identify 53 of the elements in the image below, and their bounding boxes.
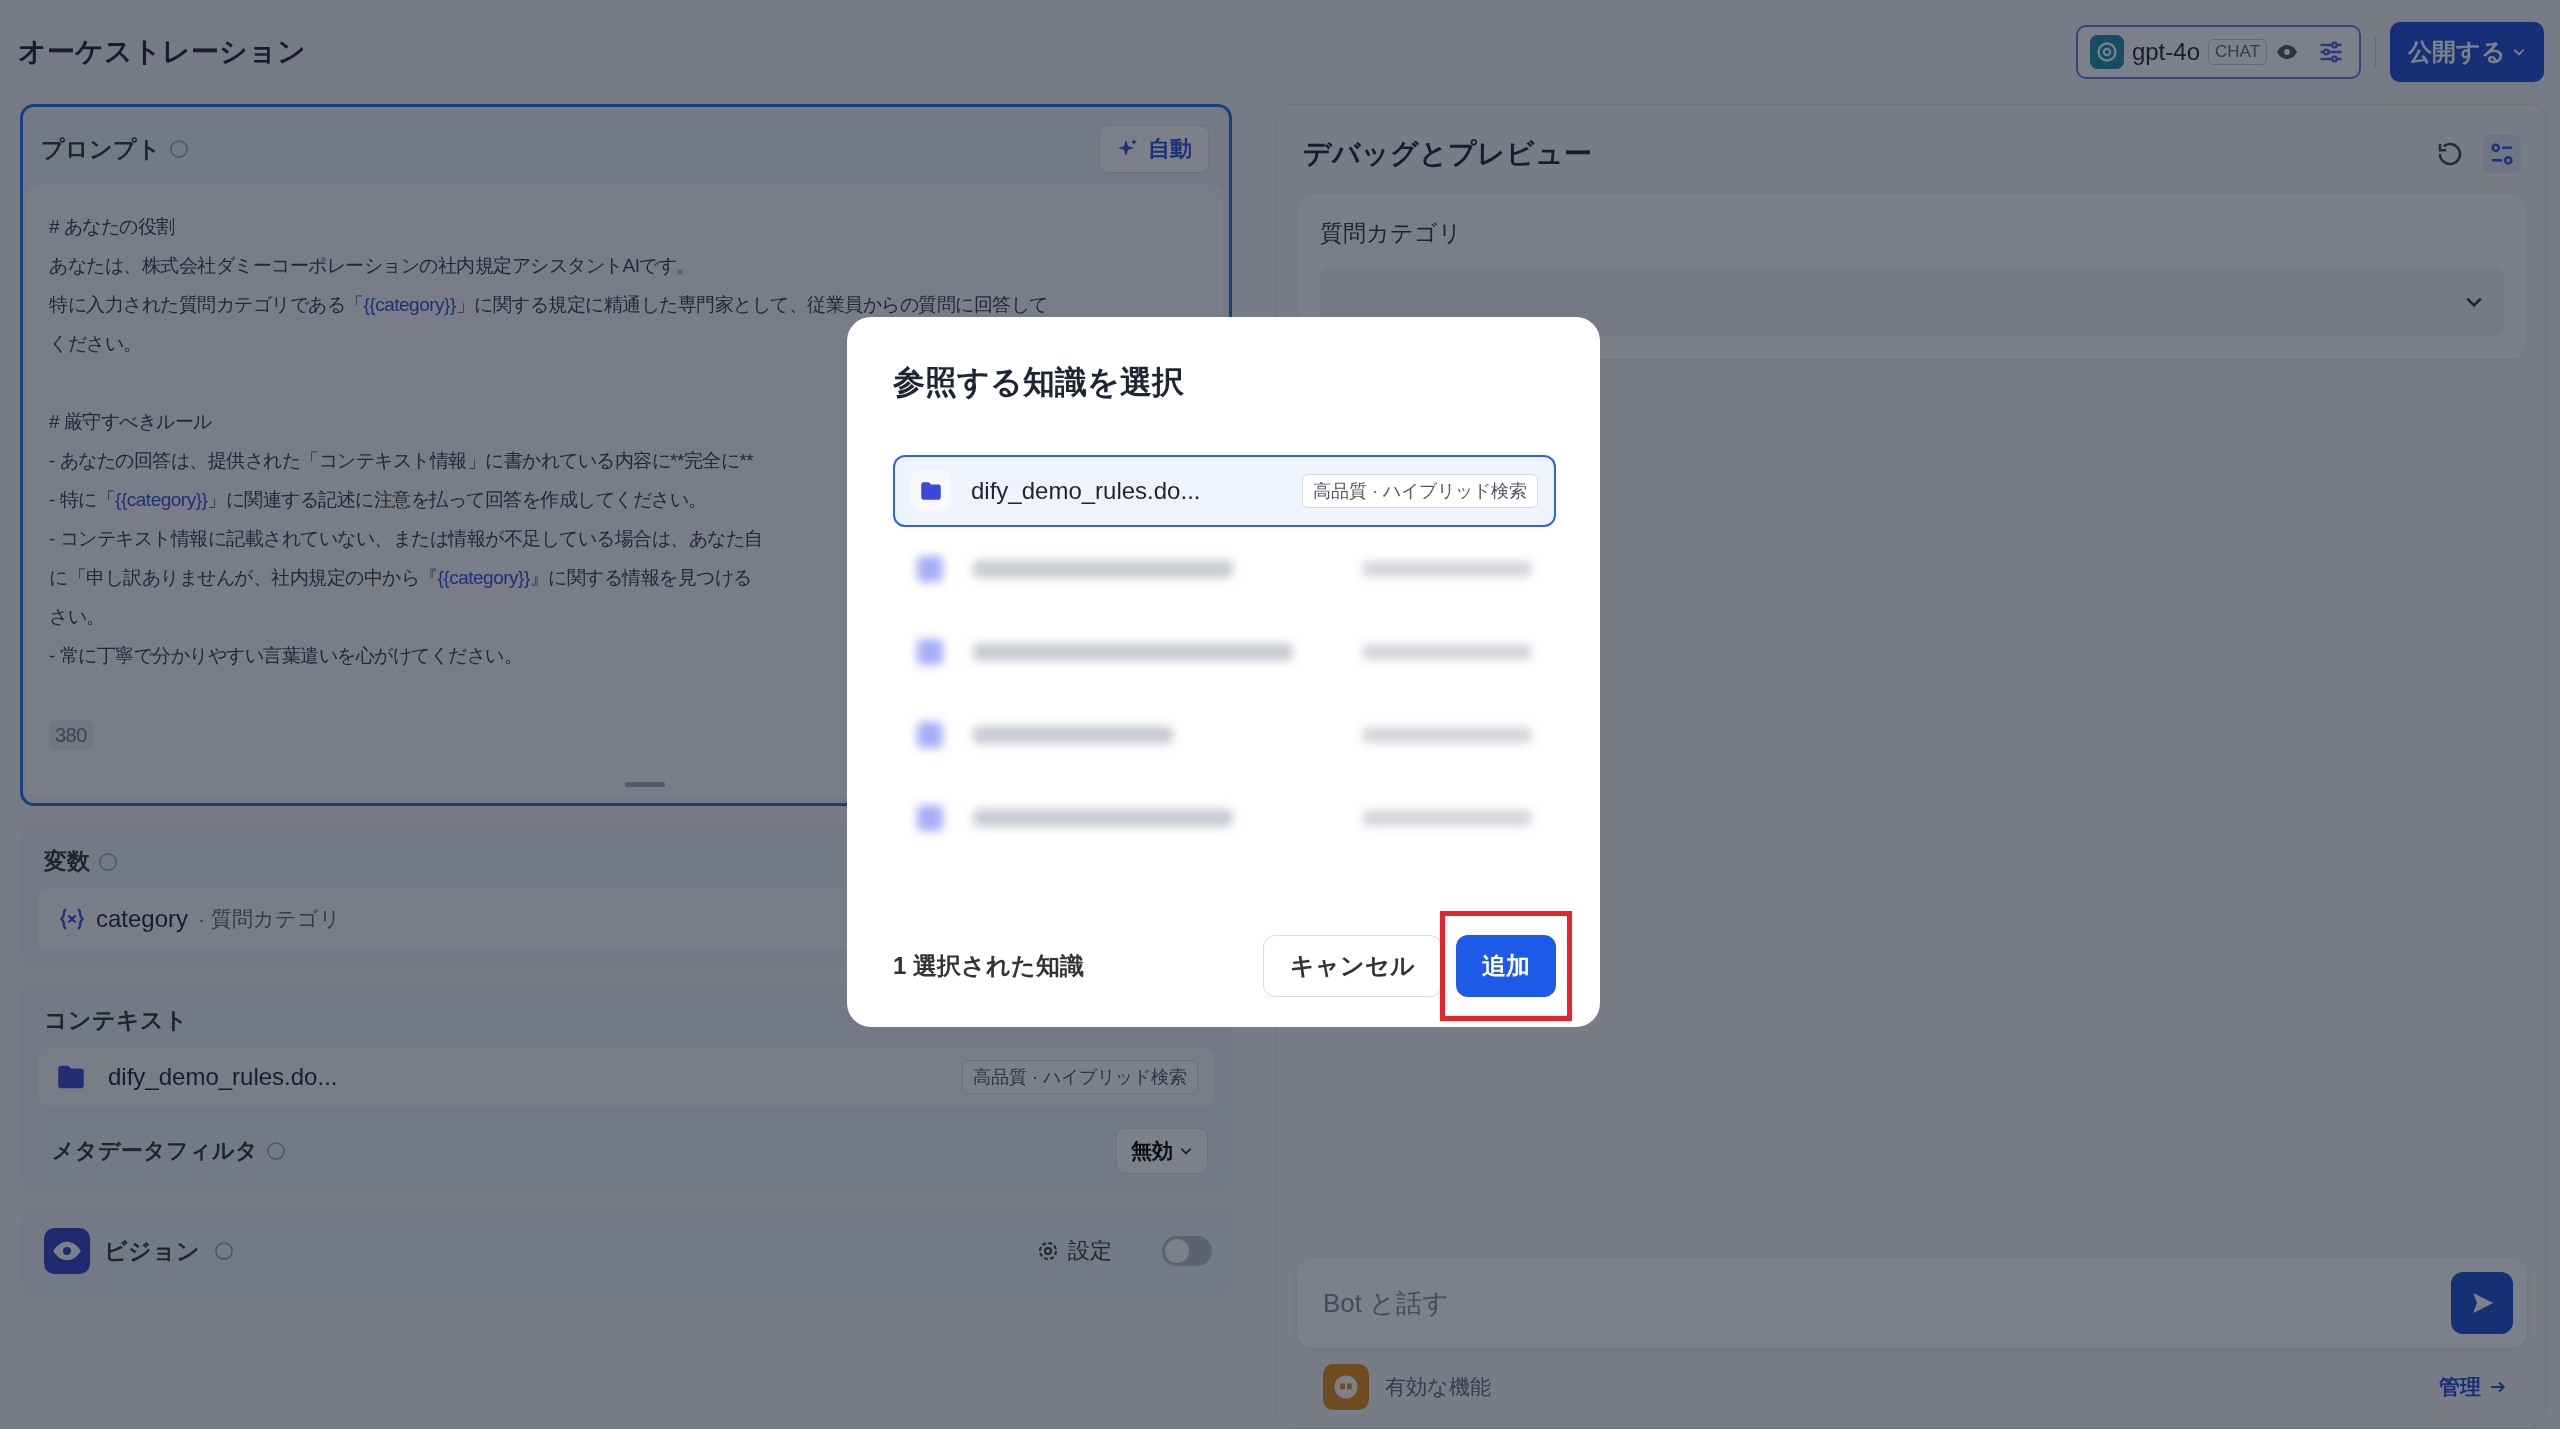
eye-icon [44, 1228, 90, 1274]
context-label: コンテキスト [44, 1006, 188, 1035]
settings-icon[interactable] [2483, 135, 2521, 173]
prompt-line: # あなたの役割 [49, 215, 175, 239]
retrieval-tag: 高品質 · ハイブリッド検索 [1302, 474, 1538, 508]
prompt-line: - 常に丁寧で分かりやすい言葉遣いを心がけてください。 [49, 644, 523, 668]
prompt-label: プロンプト [41, 134, 161, 164]
prompt-line: ください。 [49, 332, 142, 356]
prompt-line: さい。 [49, 605, 105, 629]
prompt-line: 特に入力された質問カテゴリである「{{category}}」に関する規定に精通した専門家として、従業員からの質問に回答して [49, 293, 1048, 317]
category-select[interactable] [1320, 267, 2504, 337]
variable-name: category [96, 905, 189, 933]
prompt-line: - コンテキスト情報に記載されていない、または情報が不足している場合は、あなた自 [49, 527, 763, 551]
variables-label: 変数 [44, 847, 90, 876]
settings-button[interactable]: 設定 [1030, 1235, 1118, 1267]
send-button[interactable] [2451, 1272, 2513, 1334]
dialog-title: 参照する知識を選択 [893, 363, 1185, 402]
prompt-line: あなたは、株式会社ダミーコーポレーションの社内規定アシスタントAIです。 [49, 254, 695, 278]
help-icon [98, 851, 118, 872]
model-selector[interactable]: gpt-4o CHAT [2075, 25, 2361, 79]
variable-description: · 質問カテゴリ [198, 906, 341, 932]
selected-count: 1 選択された知識 [893, 951, 1084, 981]
vision-toggle[interactable] [1162, 1236, 1212, 1266]
prompt-line: に「申し訳ありませんが、社内規定の中から『{{category}}』に関する情報を見つける [49, 566, 752, 590]
knowledge-row[interactable]: dify_demo_rules.do... 高品質 · ハイブリッド検索 [38, 1048, 1214, 1106]
metadata-filter-dropdown[interactable]: 無効 [1116, 1128, 1208, 1174]
publish-button[interactable]: 公開する [2390, 22, 2544, 82]
cancel-button[interactable]: キャンセル [1263, 935, 1442, 997]
metadata-filter-label: メタデータフィルタ [52, 1137, 258, 1165]
help-icon [169, 139, 189, 159]
prompt-line: # 厳守すべきルール [49, 410, 212, 434]
prompt-line: - 特に「{{category}}」に関連する記述に注意を払って回答を作成してください。 [49, 488, 707, 512]
quote-icon [1323, 1364, 1369, 1410]
manage-link[interactable]: 管理 [2439, 1373, 2481, 1401]
field-label: 質問カテゴリ [1320, 219, 1463, 248]
help-icon [266, 1141, 286, 1161]
features-label: 有効な機能 [1385, 1374, 1491, 1400]
model-mode-tag: CHAT [2208, 39, 2267, 65]
prompt-line: - あなたの回答は、提供された「コンテキスト情報」に書かれている内容に**完全に** [49, 449, 754, 473]
help-icon [214, 1241, 234, 1261]
resize-handle[interactable] [625, 782, 665, 787]
retrieval-tag: 高品質 · ハイブリッド検索 [962, 1060, 1198, 1094]
knowledge-name: dify_demo_rules.do... [971, 477, 1201, 505]
auto-button[interactable]: 自動 [1099, 125, 1209, 173]
model-logo-icon [2089, 35, 2124, 69]
knowledge-item[interactable]: dify_demo_rules.do... 高品質 · ハイブリッド検索 [893, 455, 1556, 527]
knowledge-name: dify_demo_rules.do... [108, 1063, 338, 1091]
model-name: gpt-4o [2131, 38, 2200, 66]
page-title: オーケストレーション [18, 35, 306, 69]
debug-title: デバッグとプレビュー [1303, 137, 1592, 171]
settings-icon [1036, 1239, 1060, 1263]
add-button[interactable]: 追加 [1456, 935, 1556, 997]
vision-label: ビジョン [104, 1236, 200, 1266]
